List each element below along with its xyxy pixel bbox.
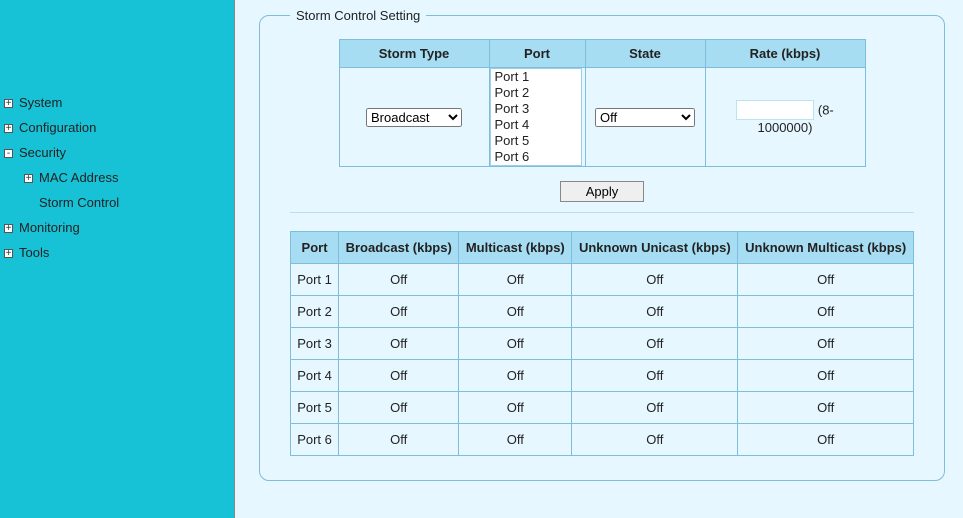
main-content: Storm Control Setting Storm Type Port St… [235, 0, 963, 518]
status-header-broadcast: Broadcast (kbps) [339, 232, 459, 264]
table-row: Port 2OffOffOffOff [291, 296, 914, 328]
status-cell: Off [572, 296, 738, 328]
apply-button[interactable]: Apply [560, 181, 644, 202]
sidebar: + System + Configuration -Security + MAC Ad… [0, 0, 235, 518]
sidebar-item-storm-control[interactable]: Storm Control [0, 190, 234, 215]
status-cell: Off [738, 392, 914, 424]
status-cell: Off [738, 424, 914, 456]
header-storm-type: Storm Type [339, 40, 489, 68]
status-cell: Port 4 [291, 360, 339, 392]
status-cell: Off [572, 392, 738, 424]
expand-icon[interactable]: + [4, 124, 13, 133]
sidebar-item-tools[interactable]: + Tools [0, 240, 234, 265]
expand-icon[interactable]: + [4, 249, 13, 258]
status-cell: Off [459, 264, 572, 296]
collapse-icon[interactable]: - [4, 149, 13, 158]
status-cell: Port 2 [291, 296, 339, 328]
port-option[interactable]: Port 5 [491, 133, 581, 149]
separator [290, 212, 914, 213]
status-cell: Off [738, 296, 914, 328]
status-cell: Off [339, 424, 459, 456]
state-select[interactable]: Off [595, 108, 695, 127]
port-listbox[interactable]: Port 1 Port 2 Port 3 Port 4 Port 5 Port … [490, 68, 582, 166]
status-cell: Off [339, 264, 459, 296]
sidebar-item-label: MAC Address [39, 170, 118, 185]
sidebar-item-mac-address[interactable]: + MAC Address [0, 165, 234, 190]
status-cell: Off [459, 360, 572, 392]
port-option[interactable]: Port 4 [491, 117, 581, 133]
port-option[interactable]: Port 1 [491, 69, 581, 85]
storm-control-panel: Storm Control Setting Storm Type Port St… [259, 8, 945, 481]
table-row: Port 6OffOffOffOff [291, 424, 914, 456]
table-row: Port 3OffOffOffOff [291, 328, 914, 360]
status-body: Port 1OffOffOffOffPort 2OffOffOffOffPort… [291, 264, 914, 456]
status-table: Port Broadcast (kbps) Multicast (kbps) U… [290, 231, 914, 456]
sidebar-item-label: System [19, 95, 62, 110]
status-cell: Off [459, 392, 572, 424]
status-cell: Off [738, 360, 914, 392]
expand-icon[interactable]: + [4, 99, 13, 108]
sidebar-item-label: Security [19, 145, 66, 160]
sidebar-item-monitoring[interactable]: + Monitoring [0, 215, 234, 240]
port-option[interactable]: Port 3 [491, 101, 581, 117]
status-cell: Off [459, 296, 572, 328]
table-row: Port 1OffOffOffOff [291, 264, 914, 296]
setting-table: Storm Type Port State Rate (kbps) Broadc… [339, 39, 866, 167]
status-cell: Off [459, 328, 572, 360]
status-header-multicast: Multicast (kbps) [459, 232, 572, 264]
status-cell: Off [339, 392, 459, 424]
status-cell: Off [738, 264, 914, 296]
status-cell: Port 3 [291, 328, 339, 360]
port-option[interactable]: Port 6 [491, 149, 581, 165]
status-cell: Off [572, 264, 738, 296]
status-header-port: Port [291, 232, 339, 264]
storm-type-select[interactable]: Broadcast [366, 108, 462, 127]
port-option[interactable]: Port 2 [491, 85, 581, 101]
status-cell: Port 5 [291, 392, 339, 424]
sidebar-item-label: Storm Control [39, 195, 119, 210]
sidebar-item-system[interactable]: + System [0, 90, 234, 115]
expand-icon[interactable]: + [4, 224, 13, 233]
status-header-unknown-multicast: Unknown Multicast (kbps) [738, 232, 914, 264]
sidebar-item-security[interactable]: -Security [0, 140, 234, 165]
sidebar-item-configuration[interactable]: + Configuration [0, 115, 234, 140]
header-state: State [585, 40, 705, 68]
expand-icon[interactable]: + [24, 174, 33, 183]
leaf-icon [24, 198, 33, 207]
status-cell: Off [572, 424, 738, 456]
status-cell: Off [339, 296, 459, 328]
sidebar-item-label: Configuration [19, 120, 96, 135]
status-cell: Port 6 [291, 424, 339, 456]
status-cell: Off [339, 360, 459, 392]
nav-tree: + System + Configuration -Security + MAC Ad… [0, 90, 234, 265]
status-cell: Off [572, 328, 738, 360]
header-rate: Rate (kbps) [705, 40, 865, 68]
status-cell: Off [459, 424, 572, 456]
status-cell: Port 1 [291, 264, 339, 296]
status-header-unknown-unicast: Unknown Unicast (kbps) [572, 232, 738, 264]
status-cell: Off [572, 360, 738, 392]
panel-legend: Storm Control Setting [290, 8, 426, 23]
header-port: Port [489, 40, 585, 68]
status-cell: Off [339, 328, 459, 360]
table-row: Port 4OffOffOffOff [291, 360, 914, 392]
rate-input[interactable] [736, 100, 814, 120]
sidebar-item-label: Monitoring [19, 220, 80, 235]
table-row: Port 5OffOffOffOff [291, 392, 914, 424]
status-cell: Off [738, 328, 914, 360]
sidebar-item-label: Tools [19, 245, 49, 260]
